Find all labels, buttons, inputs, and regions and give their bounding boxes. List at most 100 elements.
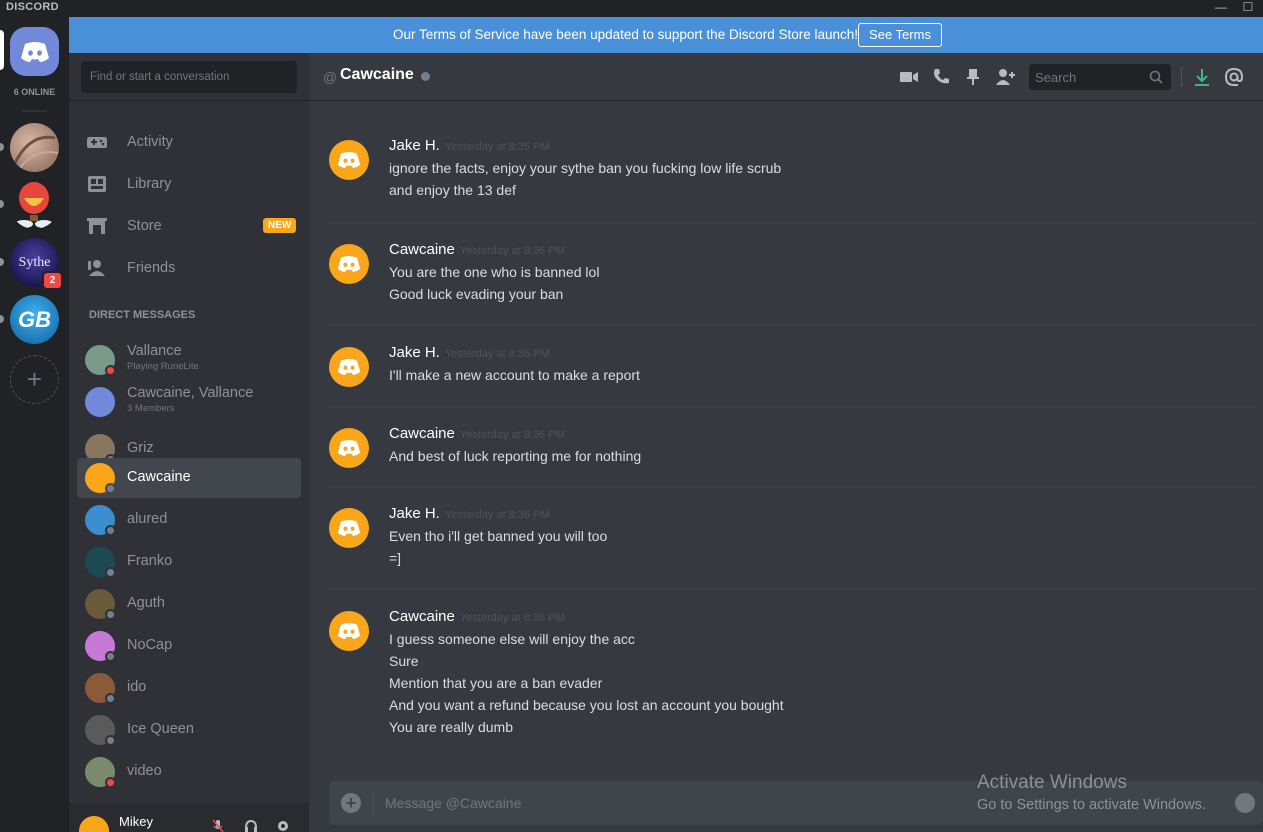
dm-name: Cawcaine [127,469,191,485]
store-icon [87,218,107,234]
selected-indicator [0,30,4,70]
dm-item[interactable]: NoCap [77,626,301,666]
nav-activity[interactable]: Activity [77,123,301,161]
dm-item[interactable]: Aguth [77,584,301,624]
dm-name: Franko [127,553,173,569]
guild-unread-dot [0,258,4,266]
guild-unread-dot [0,200,4,208]
status-indicator [105,777,116,788]
message-author[interactable]: Cawcaine [389,608,455,625]
upload-plus-icon[interactable]: + [341,793,361,813]
dm-item[interactable]: Cawcaine [77,458,301,498]
library-icon [88,176,106,192]
message-author-line: Cawcaine Yesterday at 8:36 PM [389,608,565,625]
message-author[interactable]: Jake H. [389,137,440,154]
dm-item[interactable]: Cawcaine, Vallance 3 Members [77,382,301,422]
header-divider [1181,67,1182,87]
mention-badge: 2 [44,273,61,288]
search-icon [1149,70,1163,84]
message-text: And best of luck reporting me for nothin… [389,448,642,464]
dm-name: NoCap [127,637,173,653]
discord-app: DISCORD — ☐ 6 ONLINE Sythe 2 GB + Find o… [0,0,1263,832]
message-group: Cawcaine Yesterday at 8:36 PM I guess some… [329,589,1255,759]
discord-default-avatar-icon [337,152,361,168]
guild-label: GB [18,306,51,332]
dm-item[interactable]: alured [77,500,301,540]
dm-item[interactable]: Ice Queen [77,710,301,750]
minimize-button[interactable]: — [1212,0,1230,17]
guild-icon-gb[interactable]: GB [10,295,59,344]
discord-default-avatar-icon [337,623,361,639]
tos-banner: Our Terms of Service have been updated t… [69,17,1263,53]
microphone-muted-icon[interactable] [211,819,225,832]
activate-windows-watermark: Activate Windows Go to Settings to activ… [977,772,1206,813]
guild-icon-1[interactable] [10,123,59,172]
message-text: ignore the facts, enjoy your sythe ban y… [389,160,782,176]
watermark-title: Activate Windows [977,772,1127,793]
dm-item[interactable]: video [77,752,301,792]
add-server-button[interactable]: + [10,355,59,404]
message-author[interactable]: Jake H. [389,344,440,361]
dm-sidebar: Activity Library Store NEW Friends DIREC… [69,17,309,832]
message-timestamp: Yesterday at 8:36 PM [444,348,550,360]
friends-icon [88,260,105,276]
dm-name: Ice Queen [127,721,194,737]
nav-label: Library [127,176,172,192]
avatar[interactable] [329,611,369,651]
nav-friends[interactable]: Friends [77,249,301,287]
online-count: 6 ONLINE [13,87,56,97]
message-text: You are the one who is banned lol [389,264,600,280]
hot-air-balloon-icon [15,182,53,228]
home-button[interactable] [10,27,59,76]
mentions-icon[interactable] [1224,67,1244,87]
message-text: I guess someone else will enjoy the acc [389,631,635,647]
message-group: Cawcaine Yesterday at 8:36 PM You are the … [329,222,1255,326]
nav-label: Store [127,218,162,234]
message-author[interactable]: Jake H. [389,505,440,522]
settings-gear-icon[interactable] [276,819,290,832]
find-conversation-input[interactable] [81,61,297,93]
avatar[interactable] [329,508,369,548]
username: Mikey [119,814,153,829]
message-author-line: Cawcaine Yesterday at 8:36 PM [389,241,565,258]
new-badge: NEW [263,218,297,233]
guild-image-icon [13,135,59,169]
video-call-icon[interactable] [899,67,919,87]
headphones-icon[interactable] [244,819,258,832]
message-author[interactable]: Cawcaine [389,241,455,258]
dm-item[interactable]: ido [77,668,301,708]
sidebar-search-area [69,53,309,101]
message-group: Jake H. Yesterday at 8:36 PM Even tho i'll… [329,486,1255,590]
avatar [85,387,115,417]
dm-item[interactable]: Franko [77,542,301,582]
user-avatar[interactable] [79,816,109,832]
maximize-button[interactable]: ☐ [1239,0,1257,17]
nav-label: Activity [127,134,173,150]
download-icon[interactable] [1192,67,1212,87]
dm-name: ido [127,679,147,695]
pinned-messages-icon[interactable] [963,67,983,87]
message-author[interactable]: Cawcaine [389,425,455,442]
avatar[interactable] [329,347,369,387]
avatar[interactable] [329,140,369,180]
dm-name: Cawcaine, Vallance [127,385,254,401]
voice-call-icon[interactable] [931,67,951,87]
nav-library[interactable]: Library [77,165,301,203]
chat-recipient-name: Cawcaine [340,66,414,83]
dm-item[interactable]: Vallance Playing RuneLite [77,340,301,380]
rail-separator [22,110,47,112]
message-text: and enjoy the 13 def [389,182,516,198]
guild-icon-balloon[interactable] [10,180,59,229]
watermark-subtitle: Go to Settings to activate Windows. [977,797,1206,813]
see-terms-button[interactable]: See Terms [858,23,942,47]
message-input[interactable] [385,787,985,819]
banner-text: Our Terms of Service have been updated t… [393,27,859,42]
avatar[interactable] [329,244,369,284]
status-indicator [105,693,116,704]
nav-store[interactable]: Store NEW [77,207,301,245]
status-indicator [105,609,116,620]
add-friend-to-dm-icon[interactable] [995,67,1015,87]
dm-name: Aguth [127,595,165,611]
emoji-picker-icon[interactable] [1235,793,1255,813]
avatar[interactable] [329,428,369,468]
